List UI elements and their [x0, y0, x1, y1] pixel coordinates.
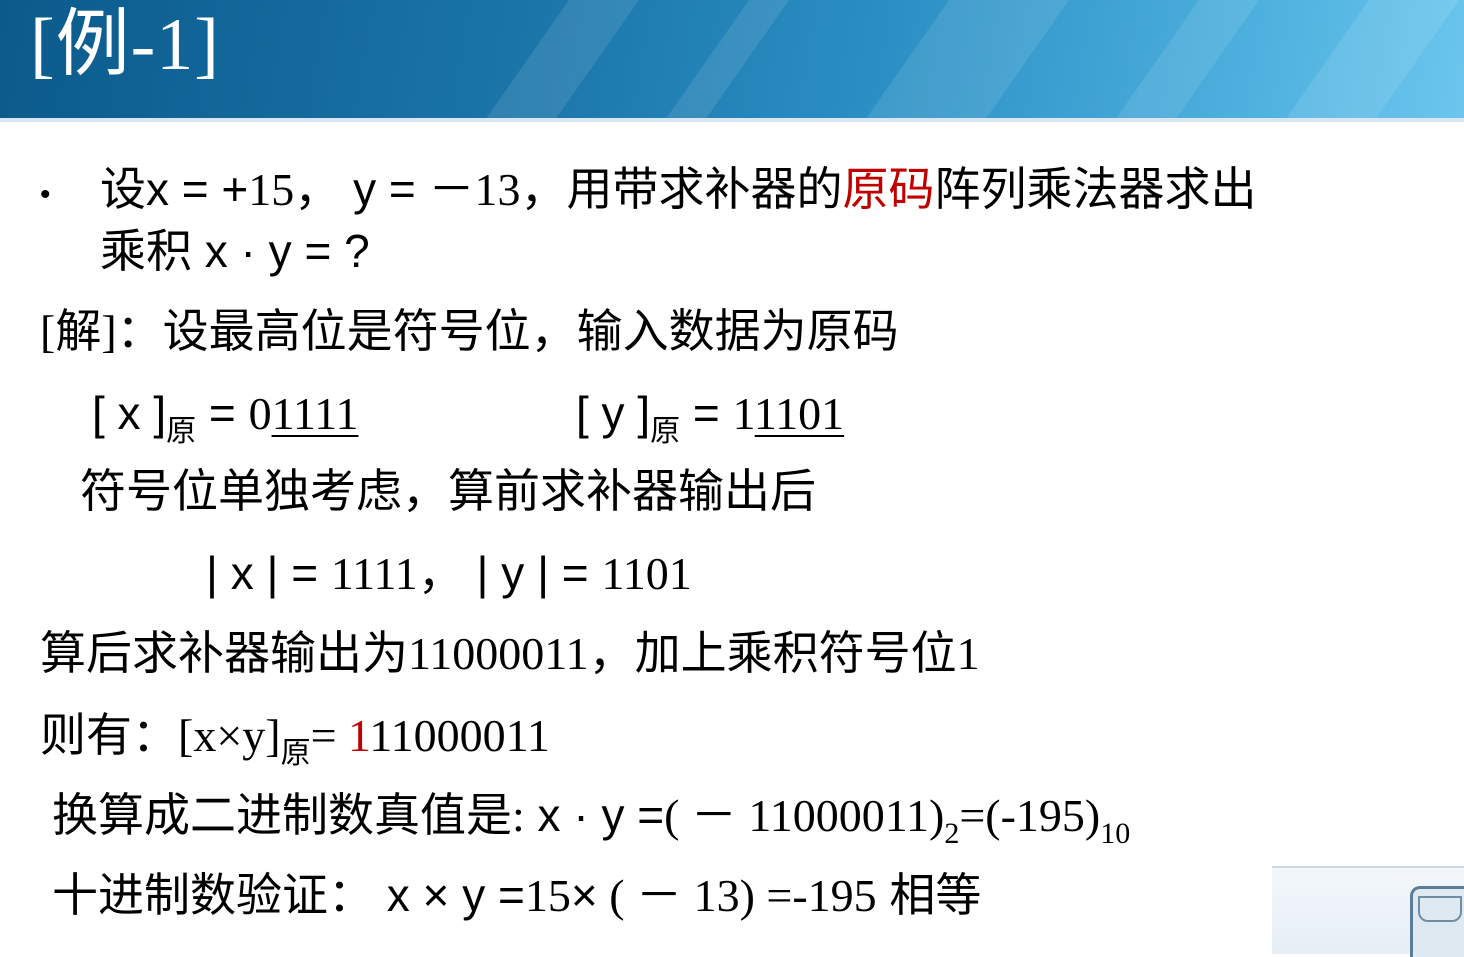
- title-banner: [例-1]: [0, 0, 1464, 120]
- x-equals: =: [196, 387, 236, 439]
- conversion-text: 换算成二进制数真值是: [52, 789, 512, 841]
- decoration-shape: [1418, 896, 1462, 922]
- x-bracket: [ x ]: [92, 387, 167, 439]
- output-text: 算后求补器输出为: [40, 627, 408, 679]
- banner-streak: [808, 0, 1112, 120]
- x-original-code: [ x ]原 = 01111: [92, 390, 358, 447]
- solution-label: 解: [55, 305, 102, 357]
- banner-streak: [1228, 0, 1464, 120]
- sign-bit-text: 符号位单独考虑，算前求补器输出后: [80, 465, 816, 517]
- y-magnitude: 1101: [754, 388, 845, 439]
- result-equals: =: [310, 710, 349, 761]
- verification-times: ×: [570, 869, 598, 921]
- question-text: 乘积: [100, 225, 192, 277]
- banner-streak: [428, 0, 682, 120]
- abs-x-value: 1111: [330, 548, 418, 599]
- conversion-binary: 11000011): [736, 790, 945, 841]
- solution-bracket: [: [40, 306, 56, 357]
- verification-label: 十进制数验证：: [52, 869, 374, 921]
- y-sign-bit: 1: [732, 388, 755, 439]
- question-text: x · y = ?: [204, 225, 370, 277]
- abs-y-label: ， | y | =: [417, 547, 602, 599]
- question-text: ，: [294, 163, 341, 215]
- result-label: 则有：: [40, 709, 178, 761]
- slide-title: [例-1]: [30, 4, 220, 86]
- question-line-1: 设x = +15， y = －13，用带求补器的原码阵列乘法器求出: [100, 166, 1257, 213]
- question-number: 15: [248, 164, 295, 215]
- post-complementer-output: 算后求补器输出为11000011，加上乘积符号位1: [40, 630, 980, 677]
- banner-divider: [0, 118, 1464, 122]
- banner-streak: [608, 0, 832, 120]
- sign-bit-value: 1: [956, 628, 980, 679]
- question-text: y = －: [353, 163, 475, 215]
- x-subscript: 原: [166, 415, 197, 448]
- decimal-base-subscript: 10: [1100, 817, 1131, 850]
- highlight-original-code: 原码: [842, 163, 935, 215]
- verification-paren: ( －: [597, 870, 683, 921]
- product-result: 则有：[x×y]原= 111000011: [40, 712, 550, 769]
- result-sign-bit: 1: [348, 710, 371, 761]
- result-magnitude: 11000011: [370, 710, 550, 761]
- verification-conclusion: 相等: [876, 869, 982, 921]
- decimal-verification: 十进制数验证： x × y =15× ( － 13) =-195 相等: [52, 872, 981, 919]
- bullet-dot: •: [40, 178, 51, 211]
- x-magnitude: 1111: [271, 388, 359, 439]
- y-subscript: 原: [650, 415, 681, 448]
- verification-expression: x × y =: [374, 869, 525, 921]
- solution-intro: [解]：设最高位是符号位，输入数据为原码: [40, 308, 899, 355]
- abs-y-value: 1101: [601, 548, 692, 599]
- output-value: 11000011: [408, 628, 589, 679]
- verification-number: 15: [524, 870, 571, 921]
- true-value-conversion: 换算成二进制数真值是: x · y =( － 11000011)2=(-195)…: [52, 792, 1130, 849]
- y-bracket: [ y ]: [576, 387, 651, 439]
- absolute-values: | x | = 1111， | y | = 1101: [206, 550, 692, 597]
- output-text: ，加上乘积符号位: [588, 627, 957, 679]
- result-expression: [x×y]: [178, 710, 281, 761]
- sign-bit-note: 符号位单独考虑，算前求补器输出后: [80, 468, 816, 514]
- result-subscript: 原: [280, 737, 311, 770]
- solution-bracket: ]: [101, 306, 117, 357]
- conversion-expression: x · y =: [524, 789, 665, 841]
- corner-decoration-image: [1272, 866, 1464, 957]
- question-number: 13: [474, 164, 521, 215]
- conversion-paren: ( －: [664, 790, 737, 841]
- conversion-decimal: =(-195): [959, 790, 1101, 841]
- binary-base-subscript: 2: [944, 817, 960, 850]
- question-text: ，用带求补器的: [520, 163, 843, 215]
- abs-x-label: | x | =: [206, 547, 331, 599]
- solution-text: ：设最高位是符号位，输入数据为原码: [116, 305, 899, 357]
- conversion-colon: :: [512, 790, 525, 841]
- y-equals: =: [680, 387, 733, 439]
- x-sign-bit: 0: [248, 388, 272, 439]
- y-original-code: [ y ]原 = 11101: [576, 390, 844, 447]
- question-text: 阵列乘法器求出: [934, 163, 1257, 215]
- banner-streak: [1058, 0, 1302, 120]
- question-text: x = +: [146, 163, 249, 215]
- question-text: 设: [100, 163, 146, 215]
- verification-result: 13) =-195: [682, 870, 877, 921]
- question-line-2: 乘积 x · y = ?: [100, 228, 370, 274]
